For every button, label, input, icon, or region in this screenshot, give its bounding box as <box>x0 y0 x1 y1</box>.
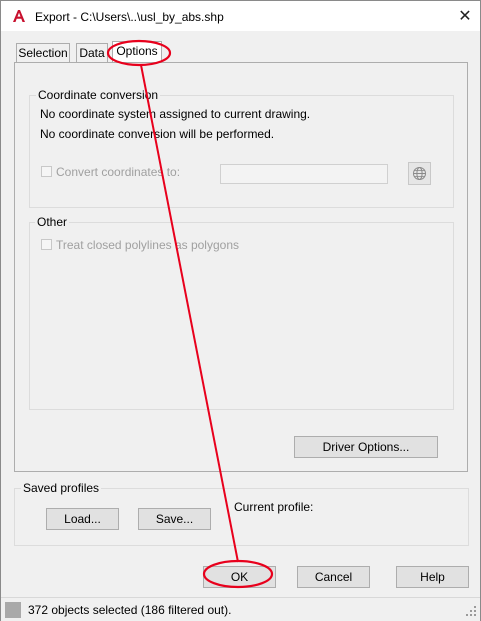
status-swatch <box>5 602 21 618</box>
resize-grip-icon[interactable] <box>465 605 477 617</box>
tab-selection[interactable]: Selection <box>16 43 70 63</box>
other-group-label: Other <box>35 215 70 229</box>
close-icon[interactable]: ✕ <box>453 4 477 28</box>
tab-options[interactable]: Options <box>112 41 162 63</box>
save-profile-button[interactable]: Save... <box>138 508 211 530</box>
status-bar: 372 objects selected (186 filtered out). <box>1 597 480 621</box>
driver-options-button[interactable]: Driver Options... <box>294 436 438 458</box>
coordinate-system-note: No coordinate system assigned to current… <box>40 107 311 121</box>
tab-data[interactable]: Data <box>76 43 108 63</box>
cancel-button[interactable]: Cancel <box>297 566 370 588</box>
help-button[interactable]: Help <box>396 566 469 588</box>
globe-glyph <box>413 167 426 180</box>
autocad-a-icon <box>13 10 25 22</box>
status-text: 372 objects selected (186 filtered out). <box>28 603 232 617</box>
coordinate-conversion-label: Coordinate conversion <box>36 88 161 102</box>
ok-button[interactable]: OK <box>203 566 276 588</box>
globe-icon[interactable] <box>408 162 431 185</box>
closed-polylines-label: Treat closed polylines as polygons <box>56 238 239 252</box>
saved-profiles-label: Saved profiles <box>21 481 102 495</box>
window-title: Export - C:\Users\..\usl_by_abs.shp <box>35 10 224 24</box>
convert-coordinates-label: Convert coordinates to: <box>56 165 181 179</box>
title-bar[interactable]: Export - C:\Users\..\usl_by_abs.shp ✕ <box>1 1 480 31</box>
load-profile-button[interactable]: Load... <box>46 508 119 530</box>
target-coordinate-system-field[interactable] <box>220 164 388 184</box>
current-profile-label: Current profile: <box>234 500 314 514</box>
convert-coordinates-checkbox[interactable] <box>41 166 52 177</box>
coordinate-conversion-note: No coordinate conversion will be perform… <box>40 127 275 141</box>
closed-polylines-checkbox[interactable] <box>41 239 52 250</box>
